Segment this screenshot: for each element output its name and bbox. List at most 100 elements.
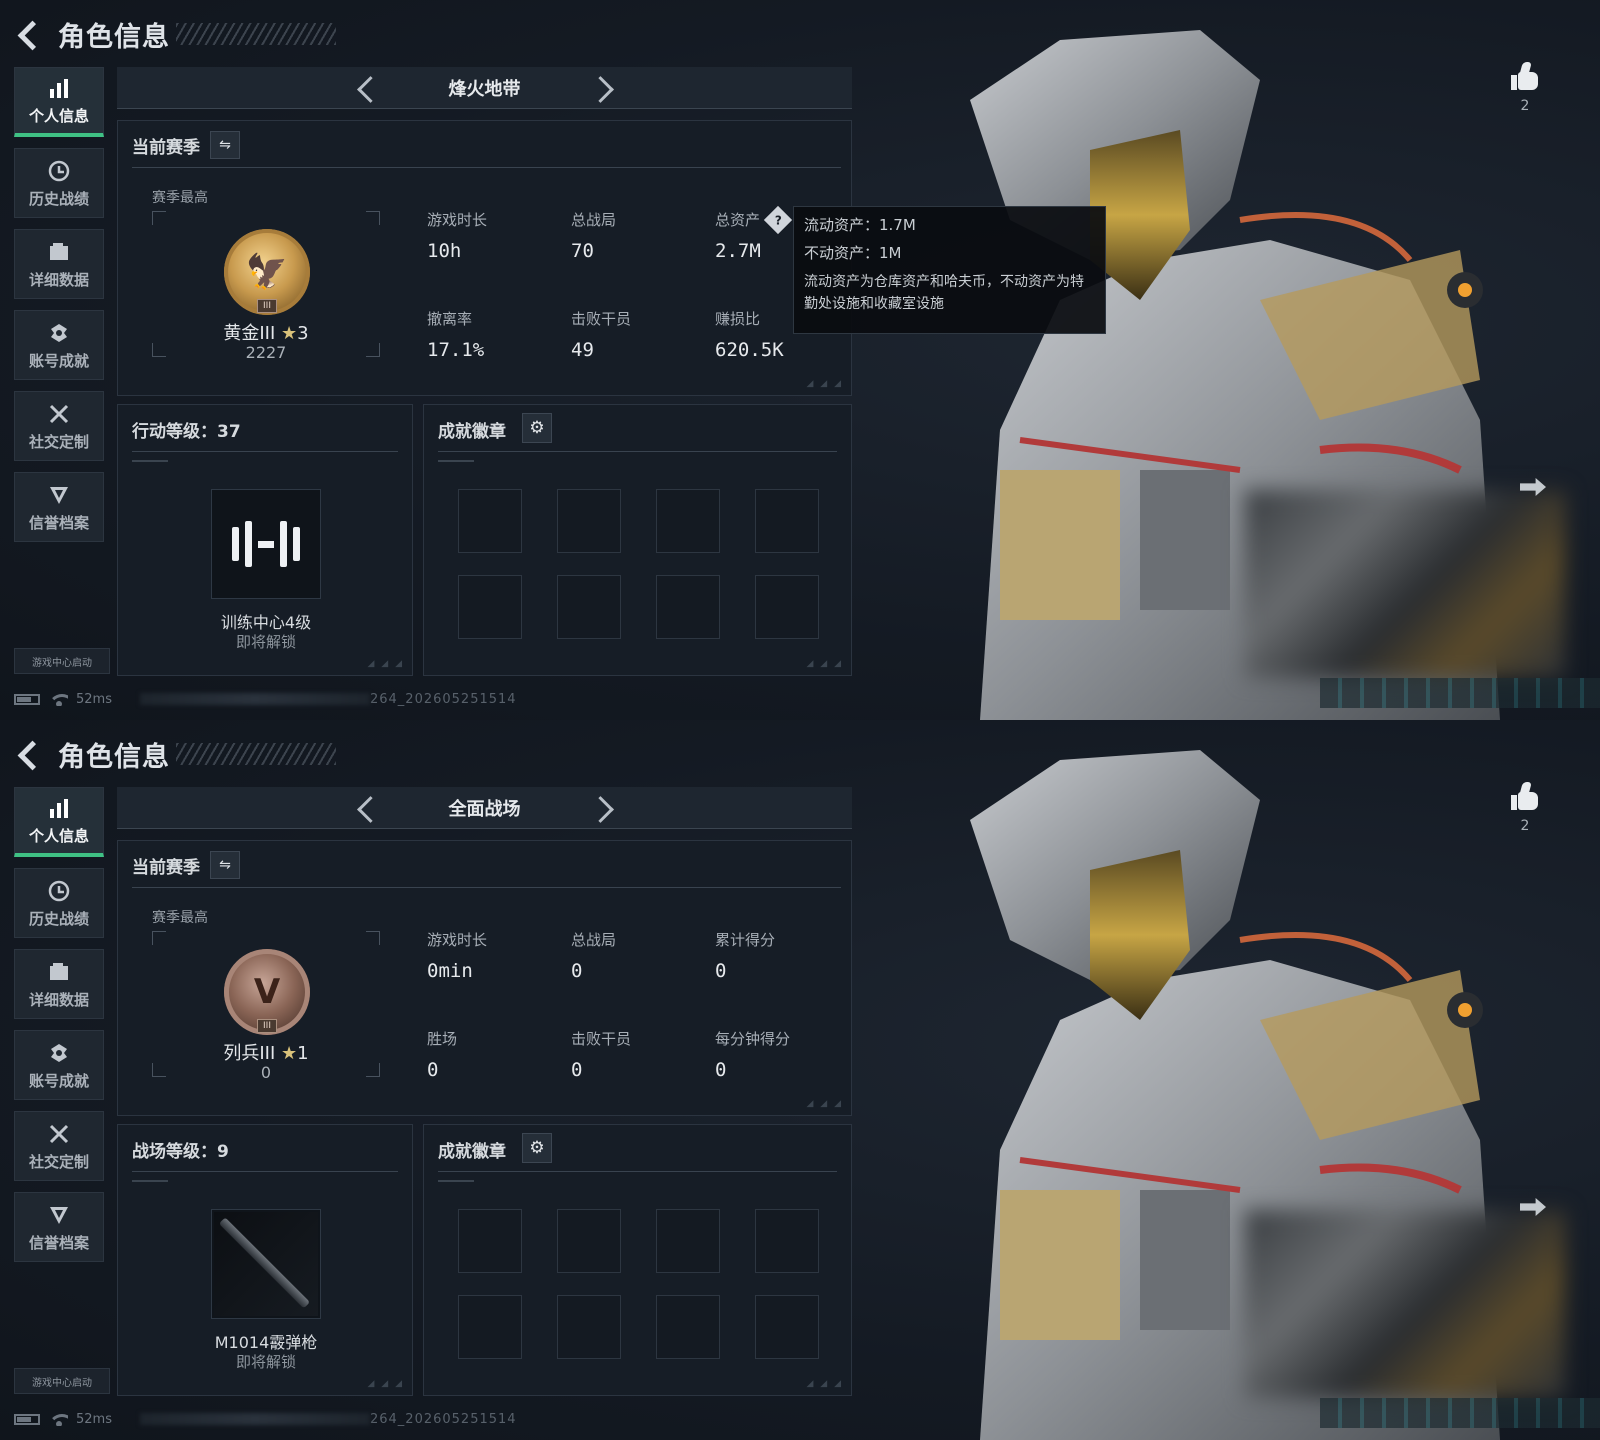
achievement-slot[interactable]	[656, 1295, 720, 1359]
achievement-slot[interactable]	[557, 1209, 621, 1273]
sidebar-item-achievements[interactable]: 账号成就	[14, 310, 104, 380]
level-card: 行动等级：37 训练中心4级 即将解锁 ◢ ◢ ◢	[117, 404, 413, 676]
chevron-right-icon[interactable]	[585, 790, 621, 826]
sidebar-item-profile[interactable]: 个人信息	[14, 787, 104, 857]
achievement-slot[interactable]	[557, 575, 621, 639]
sidebar-item-profile[interactable]: 个人信息	[14, 67, 104, 137]
achievement-slot[interactable]	[458, 489, 522, 553]
sidebar-item-social[interactable]: 社交定制	[14, 1111, 104, 1181]
rank-stars: 1	[297, 1043, 309, 1064]
build-id: 264_202605251514	[369, 691, 517, 707]
wifi-icon	[50, 692, 68, 706]
stat-value: 0	[427, 1059, 439, 1081]
season-card: 当前赛季 ⇋ 赛季最高 🦅 III 黄金III ★3 2227 游戏时长 10h…	[117, 120, 852, 396]
stat-value: 17.1%	[427, 339, 485, 361]
rank-title: 列兵III	[223, 1043, 276, 1064]
sidebar-item-label: 社交定制	[28, 1152, 89, 1171]
stat-value: 70	[571, 240, 594, 262]
achievement-slot[interactable]	[458, 1209, 522, 1273]
unlock-status: 即将解锁	[235, 633, 296, 651]
swap-icon: ⇋	[219, 857, 231, 873]
gear-icon[interactable]: ⚙	[522, 413, 552, 443]
like-button[interactable]: 2	[1505, 782, 1545, 834]
page-title: 角色信息	[58, 741, 170, 773]
swap-season-button[interactable]: ⇋	[210, 851, 240, 879]
stat-value: 0	[715, 1059, 727, 1081]
achievement-slot[interactable]	[656, 489, 720, 553]
rank-score: 2227	[245, 343, 287, 362]
stat-value: 10h	[427, 240, 462, 262]
sidebar-item-history[interactable]: 历史战绩	[14, 868, 104, 938]
chevron-left-icon[interactable]	[349, 790, 385, 826]
trophy-icon	[46, 320, 72, 346]
stat-label: 总战局	[571, 931, 617, 949]
swap-season-button[interactable]: ⇋	[210, 131, 240, 159]
stat-label: 游戏时长	[427, 931, 488, 949]
stat-value: 0	[571, 960, 583, 982]
rank-display: 🦅 III 黄金III ★3 2227	[152, 211, 380, 362]
level-card: 战场等级：9 M1014霰弹枪 即将解锁 ◢ ◢ ◢	[117, 1124, 413, 1396]
achievement-slot[interactable]	[755, 489, 819, 553]
redacted-id	[139, 693, 370, 705]
like-count: 2	[1520, 818, 1530, 834]
clock-icon	[46, 878, 72, 904]
mode-selector: 烽火地带	[117, 67, 852, 109]
sidebar-item-achievements[interactable]: 账号成就	[14, 1030, 104, 1100]
character-info-screen-battlefield: 角色信息 个人信息 历史战绩 详细数据 账号成就 社交定制 信誉档案 游戏中心启…	[0, 720, 1600, 1440]
sidebar-item-label: 信誉档案	[28, 513, 89, 532]
stat-playtime: 游戏时长 0min	[427, 929, 567, 982]
sidebar-item-label: 个人信息	[28, 827, 89, 845]
star-icon: ★	[281, 1043, 298, 1064]
header-decoration	[176, 23, 336, 45]
stat-label: 游戏时长	[427, 211, 488, 229]
sidebar-item-label: 详细数据	[28, 270, 89, 289]
sidebar-item-details[interactable]: 详细数据	[14, 949, 104, 1019]
achievement-slot[interactable]	[755, 1295, 819, 1359]
tooltip-liquid: 流动资产：1.7M	[804, 216, 916, 234]
season-title: 当前赛季	[132, 137, 200, 158]
stat-label-text: 总资产	[715, 211, 761, 229]
thumbs-up-icon	[1510, 782, 1540, 812]
back-arrow-icon[interactable]	[14, 738, 46, 770]
chevron-left-icon[interactable]	[349, 70, 385, 106]
level-title: 战场等级：9	[132, 1142, 229, 1162]
rank-stars: 3	[297, 323, 309, 344]
tooltip-desc: 流动资产为仓库资产和哈夫币，不动资产为特勤处设施和收藏室设施	[804, 274, 1084, 312]
back-arrow-icon[interactable]	[14, 18, 46, 50]
tools-icon	[46, 1121, 72, 1147]
stat-score-per-minute: 每分钟得分 0	[715, 1028, 855, 1081]
unlock-status: 即将解锁	[235, 1353, 296, 1371]
like-count: 2	[1520, 98, 1530, 114]
sidebar-item-credit[interactable]: 信誉档案	[14, 472, 104, 542]
unlock-reward[interactable]	[211, 1209, 321, 1319]
achievement-slot[interactable]	[458, 1295, 522, 1359]
header: 角色信息	[14, 734, 336, 774]
help-icon[interactable]: ?	[763, 205, 793, 234]
achievement-slot[interactable]	[755, 1209, 819, 1273]
achievement-slot[interactable]	[557, 1295, 621, 1359]
unlock-reward[interactable]	[211, 489, 321, 599]
sidebar-item-label: 账号成就	[28, 1071, 89, 1090]
achievement-slot[interactable]	[656, 575, 720, 639]
sidebar-item-details[interactable]: 详细数据	[14, 229, 104, 299]
chevron-right-icon[interactable]	[585, 70, 621, 106]
mode-selector: 全面战场	[117, 787, 852, 829]
achievement-slot[interactable]	[557, 489, 621, 553]
battery-icon	[14, 1413, 40, 1425]
achievement-slot[interactable]	[656, 1209, 720, 1273]
stat-label: 累计得分	[715, 931, 776, 949]
rank-title: 黄金III	[223, 323, 276, 344]
season-title: 当前赛季	[132, 857, 200, 878]
sidebar-item-credit[interactable]: 信誉档案	[14, 1192, 104, 1262]
rank-name: 列兵III ★1	[152, 1039, 380, 1065]
stat-total-score: 累计得分 0	[715, 929, 855, 982]
bar-chart-icon	[46, 75, 72, 101]
like-button[interactable]: 2	[1505, 62, 1545, 114]
gear-icon[interactable]: ⚙	[522, 1133, 552, 1163]
game-center-launch-badge: 游戏中心启动	[14, 1368, 110, 1394]
floor-lights	[1320, 678, 1600, 708]
sidebar-item-social[interactable]: 社交定制	[14, 391, 104, 461]
achievement-slot[interactable]	[755, 575, 819, 639]
sidebar-item-history[interactable]: 历史战绩	[14, 148, 104, 218]
achievement-slot[interactable]	[458, 575, 522, 639]
